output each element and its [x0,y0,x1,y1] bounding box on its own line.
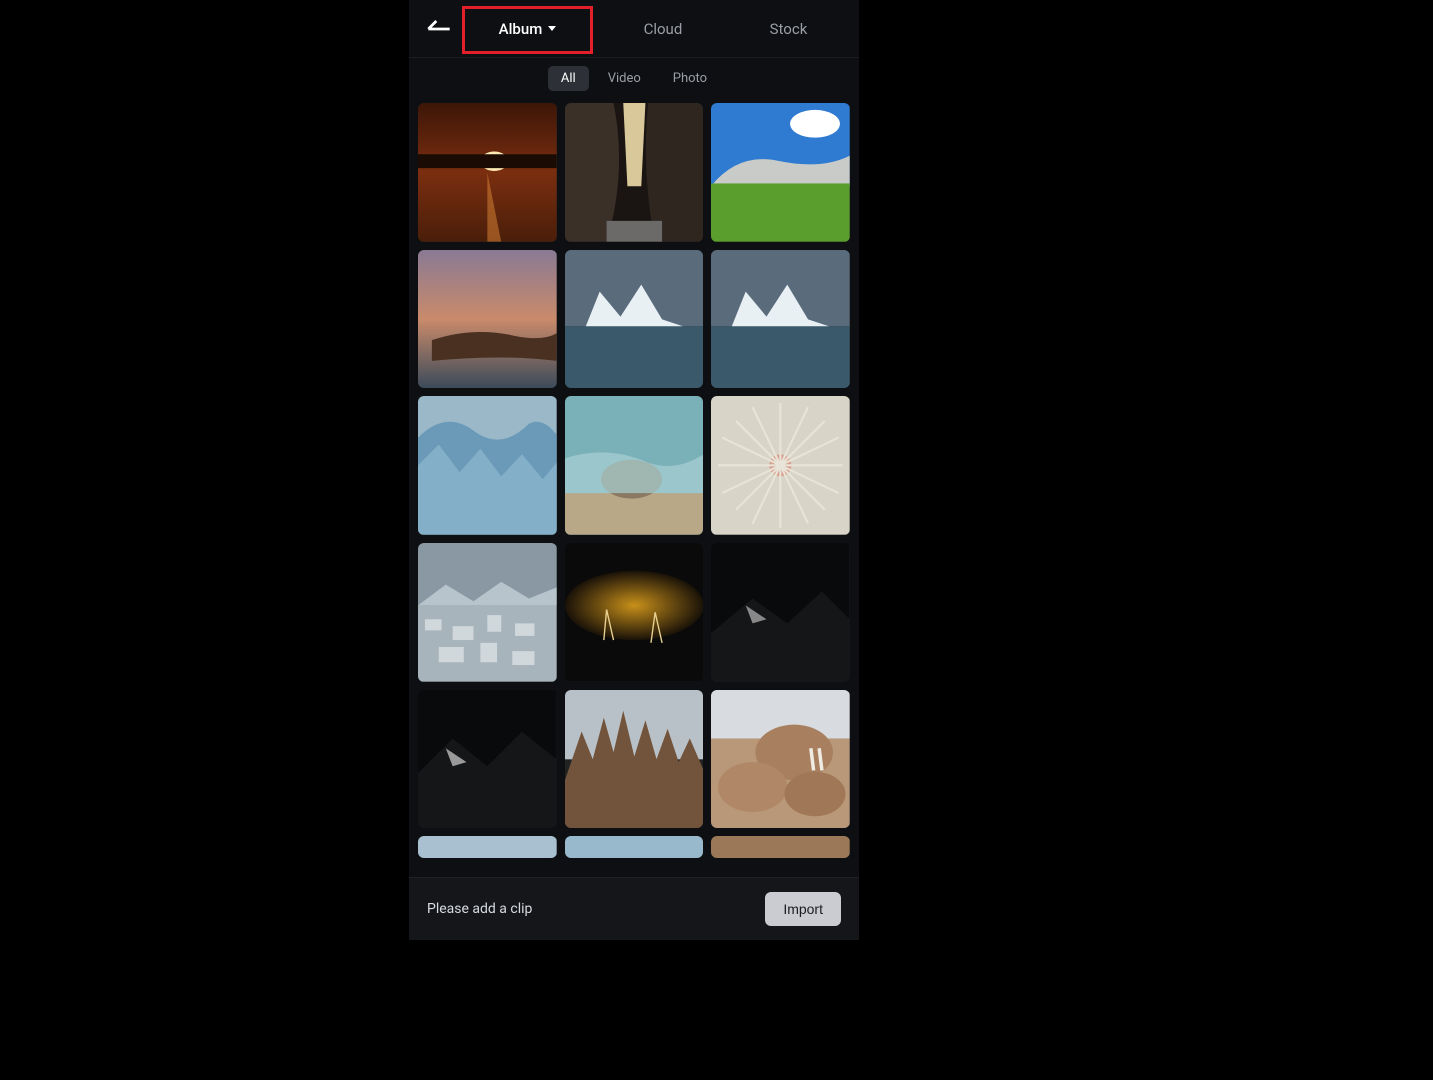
thumbnail-partial-3[interactable] [711,836,850,858]
thumbnail-dark-mountain-2[interactable] [418,690,557,829]
thumbnail-iceberg-2[interactable] [711,250,850,389]
thumb-image-icon [418,250,557,389]
import-button[interactable]: Import [765,892,841,926]
hint-text: Please add a clip [427,901,532,917]
bottom-action-bar: Please add a clip Import [409,877,859,940]
thumb-image-icon [565,250,704,389]
thumb-image-icon [565,396,704,535]
back-button[interactable] [423,13,455,45]
thumb-image-icon [565,103,704,242]
thumbnail-seal-in-water[interactable] [565,396,704,535]
source-tabs: Album Cloud Stock [455,14,851,44]
thumbnail-rocky-peaks[interactable] [565,690,704,829]
filter-photo[interactable]: Photo [660,66,720,91]
thumb-image-icon [711,396,850,535]
thumb-image-icon [418,690,557,829]
tab-cloud-label: Cloud [644,20,683,38]
thumbnail-walrus-group[interactable] [711,690,850,829]
thumbnail-dark-mountain-1[interactable] [711,543,850,682]
thumbnail-partial-2[interactable] [565,836,704,858]
thumbnail-iceberg-1[interactable] [565,250,704,389]
thumbnail-canyon-slot[interactable] [565,103,704,242]
tab-cloud[interactable]: Cloud [634,14,693,44]
thumb-image-icon [711,103,850,242]
media-grid [418,103,850,858]
tab-stock-label: Stock [770,20,808,38]
media-picker-screen: Album Cloud Stock All Video Photo [409,0,859,940]
thumb-image-icon [418,543,557,682]
tab-album-label: Album [499,20,543,38]
thumb-image-icon [418,836,557,858]
thumb-image-icon [565,690,704,829]
thumb-image-icon [418,103,557,242]
tab-stock[interactable]: Stock [760,14,818,44]
thumbnail-dandelion-macro[interactable] [711,396,850,535]
thumb-image-icon [711,250,850,389]
filter-all[interactable]: All [548,66,589,91]
thumbnail-partial-1[interactable] [418,836,557,858]
thumbnail-lightning-night[interactable] [565,543,704,682]
thumbnail-sunset-over-water[interactable] [418,103,557,242]
thumbnail-coastal-aerial-dusk[interactable] [418,250,557,389]
thumbnail-mountain-green-meadow[interactable] [711,103,850,242]
thumb-image-icon [565,543,704,682]
thumb-image-icon [711,690,850,829]
thumb-image-icon [711,543,850,682]
thumb-image-icon [418,396,557,535]
thumbnail-blue-glacier[interactable] [418,396,557,535]
thumb-image-icon [711,836,850,858]
media-type-filter: All Video Photo [409,58,859,95]
filter-video[interactable]: Video [595,66,654,91]
tab-album[interactable]: Album [489,14,567,44]
chevron-down-icon [548,26,556,31]
media-grid-scroll[interactable] [409,95,859,940]
thumb-image-icon [565,836,704,858]
back-arrow-icon [423,13,455,45]
thumbnail-icy-landscape[interactable] [418,543,557,682]
header-bar: Album Cloud Stock [409,0,859,58]
